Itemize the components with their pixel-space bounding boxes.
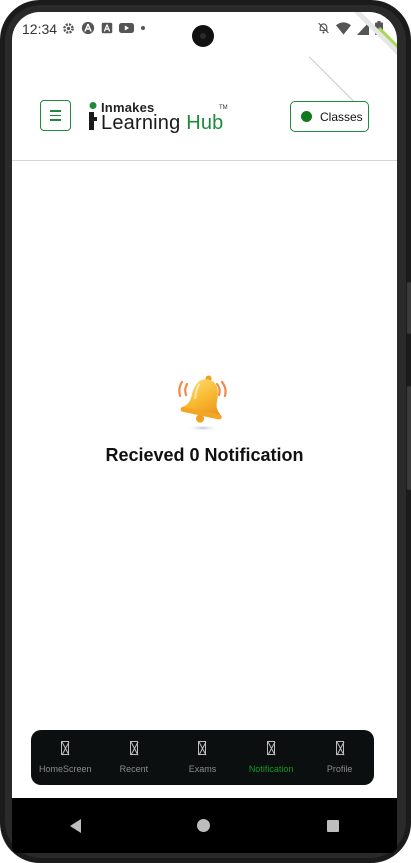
nav-label: Profile (326, 764, 353, 774)
nav-item-profile[interactable]: Profile (306, 730, 374, 785)
power-button (407, 282, 411, 334)
classes-label: Classes (320, 109, 363, 124)
missing-glyph-icon (129, 741, 138, 755)
dot-icon (141, 26, 145, 30)
logo-trademark: TM (219, 105, 228, 111)
a-icon (101, 22, 113, 34)
nav-label: HomeScreen (39, 764, 92, 774)
logo-hub-text: Hub (186, 112, 224, 134)
empty-state-message: Recieved 0 Notification (105, 445, 304, 465)
hamburger-icon (50, 110, 61, 112)
hamburger-icon-line (50, 119, 61, 121)
missing-glyph-icon (198, 741, 207, 755)
status-bar: 12:34 (12, 12, 397, 102)
header-divider (12, 160, 397, 161)
volume-button (407, 386, 411, 490)
back-icon[interactable] (70, 818, 82, 833)
missing-glyph-icon (267, 741, 276, 755)
bottom-nav: HomeScreen Recent Exams Notification Pro… (31, 730, 374, 785)
nav-item-recent[interactable]: Recent (100, 730, 168, 785)
nav-item-homescreen[interactable]: HomeScreen (31, 730, 99, 785)
logo-mark-icon (89, 102, 97, 130)
menu-button[interactable] (40, 100, 71, 131)
system-nav-bar (12, 798, 397, 853)
nav-label: Recent (119, 764, 149, 774)
nav-item-exams[interactable]: Exams (168, 730, 236, 785)
android-icon (81, 21, 95, 35)
missing-glyph-icon (61, 741, 70, 755)
logo-learning-text: Learning (101, 112, 187, 134)
classes-button[interactable]: Classes (290, 101, 369, 132)
youtube-icon (119, 23, 134, 33)
nav-label: Exams (188, 764, 217, 774)
logo-main-text: Learning Hub (101, 112, 224, 135)
front-camera (192, 25, 214, 47)
missing-glyph-icon (335, 741, 344, 755)
app-header: Inmakes Learning Hub TM Classes (12, 72, 397, 162)
home-icon[interactable] (197, 819, 211, 832)
gear-icon (63, 22, 74, 34)
bell-icon (174, 362, 234, 437)
classes-status-dot (301, 111, 312, 122)
nav-label: Notification (248, 764, 294, 774)
screen: 12:34 Inmakes Learning Hub TM Classes Re… (12, 12, 397, 853)
status-time: 12:34 (22, 21, 58, 37)
status-icons-left (62, 21, 146, 35)
hamburger-icon-line (50, 114, 61, 117)
recents-icon[interactable] (326, 819, 339, 832)
nav-item-notification[interactable]: Notification (237, 730, 305, 785)
